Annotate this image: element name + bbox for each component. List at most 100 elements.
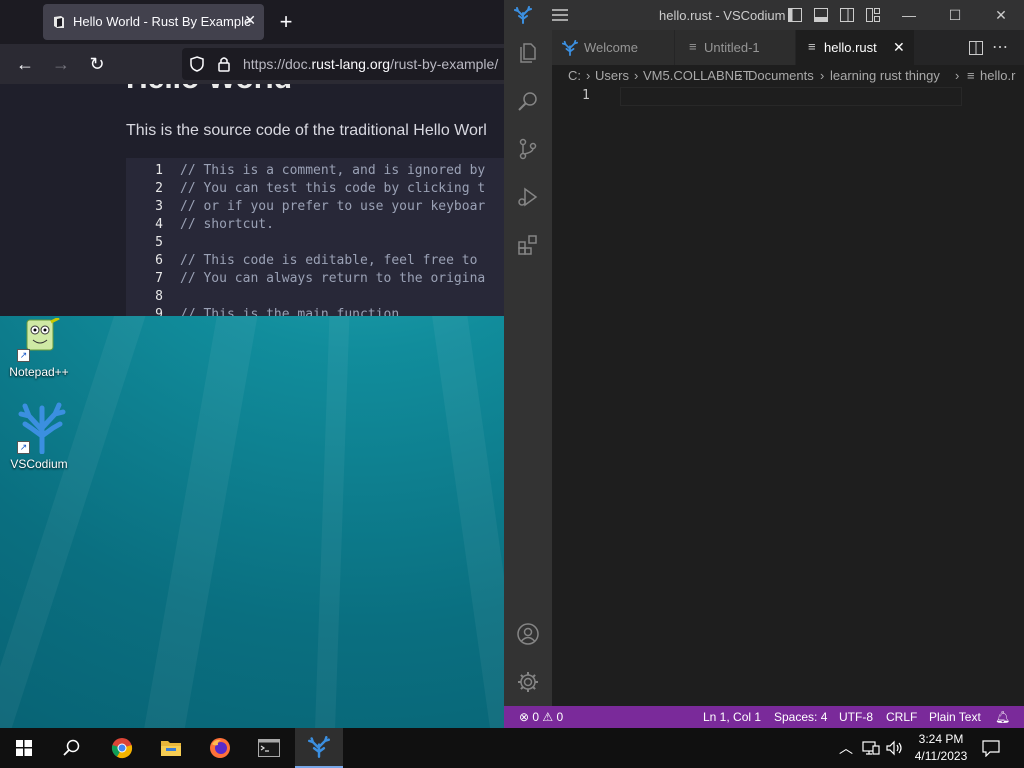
code-line: 8 — [126, 288, 504, 306]
code-line: 2 // You can test this code by clicking t — [126, 180, 504, 198]
light-ray — [142, 296, 260, 728]
firefox-window: Hello World - Rust By Example ✕ + ← → ↻ … — [0, 0, 504, 316]
code-line-text: // or if you prefer to use your keyboar — [180, 199, 486, 214]
chevron-right-icon: › — [820, 68, 825, 83]
notifications-bell-icon[interactable]: 🔔︎ — [995, 710, 1010, 724]
address-bar[interactable]: https://doc.rust-lang.org/rust-by-exampl… — [182, 48, 504, 80]
close-tab-icon[interactable]: ✕ — [893, 39, 905, 56]
close-window-button[interactable]: ✕ — [978, 0, 1024, 30]
window-title: hello.rust - VSCodium — [659, 8, 786, 23]
taskbar: ︿ 3:24 PM 4/11/2023 — [0, 728, 1024, 768]
taskbar-file-explorer[interactable] — [147, 728, 195, 768]
vscodium-icon: ↗ — [17, 402, 66, 455]
code-line: 4 // shortcut. — [126, 216, 504, 234]
close-tab-icon[interactable]: ✕ — [244, 12, 256, 29]
desktop-icon-label: Notepad++ — [9, 365, 69, 379]
back-arrow-icon[interactable]: ← — [15, 54, 35, 74]
vscodium-logo-icon — [562, 40, 578, 56]
browser-tab-title: Hello World - Rust By Example — [73, 14, 252, 29]
indentation[interactable]: Spaces: 4 — [774, 710, 827, 724]
tab-welcome[interactable]: Welcome — [552, 30, 674, 65]
notification-center-icon[interactable] — [982, 739, 1000, 757]
clock-time: 3:24 PM — [918, 732, 964, 746]
code-line-text: // You can always return to the origina — [180, 271, 486, 286]
chrome-icon — [111, 738, 133, 759]
desktop-icon-notepadpp[interactable]: ↗ Notepad++ — [4, 316, 74, 379]
taskbar-vscodium[interactable] — [295, 728, 343, 768]
book-icon — [54, 16, 64, 28]
line-number: 1 — [582, 88, 590, 103]
code-line-number: 9 — [155, 307, 163, 316]
explorer-icon[interactable] — [516, 41, 540, 65]
volume-icon[interactable] — [886, 740, 904, 756]
code-line: 3 // or if you prefer to use your keyboar — [126, 198, 504, 216]
lock-icon[interactable] — [217, 56, 231, 72]
taskbar-firefox[interactable] — [196, 728, 244, 768]
title-bar: hello.rust - VSCodium — ☐ ✕ — [504, 0, 1024, 30]
code-line-number: 6 — [155, 253, 163, 268]
browser-tab-bar: Hello World - Rust By Example ✕ + — [0, 0, 504, 44]
vscodium-logo-icon[interactable] — [514, 6, 532, 24]
breadcrumb-item[interactable]: Users — [595, 68, 629, 83]
code-line-text: // This is the main function. — [180, 307, 407, 316]
breadcrumb-item[interactable]: VM5.COLLABNET — [643, 68, 751, 83]
run-and-debug-icon[interactable] — [516, 185, 540, 209]
text-file-icon: ≡ — [967, 68, 975, 83]
code-block[interactable]: 1 // This is a comment, and is ignored by… — [126, 158, 504, 316]
shield-icon[interactable] — [189, 56, 205, 72]
source-control-icon[interactable] — [516, 137, 540, 161]
problems-indicator[interactable]: ⊗ 0 ⚠ 0 — [519, 710, 563, 724]
desktop-icon-label: VSCodium — [10, 457, 68, 471]
browser-tab-hello-world[interactable]: Hello World - Rust By Example ✕ — [43, 4, 264, 40]
code-line: 1 // This is a comment, and is ignored by — [126, 162, 504, 180]
forward-arrow-icon[interactable]: → — [51, 54, 71, 74]
more-actions-icon[interactable]: ⋯ — [992, 37, 1008, 57]
encoding[interactable]: UTF-8 — [839, 710, 873, 724]
network-icon[interactable] — [862, 740, 880, 756]
end-of-line[interactable]: CRLF — [886, 710, 917, 724]
text-file-icon: ≡ — [689, 39, 697, 54]
code-line-number: 4 — [155, 217, 163, 232]
taskbar-terminal[interactable] — [245, 728, 293, 768]
hamburger-menu-icon[interactable] — [550, 5, 570, 25]
search-icon[interactable] — [516, 89, 540, 113]
breadcrumb-item[interactable]: learning rust thingy — [830, 68, 940, 83]
new-tab-button[interactable]: + — [276, 9, 296, 35]
settings-gear-icon[interactable] — [516, 670, 540, 694]
vscodium-icon — [308, 736, 330, 758]
url-domain: rust-lang.org — [311, 56, 391, 72]
breadcrumb-item[interactable]: hello.r — [980, 68, 1015, 83]
status-bar: ⊗ 0 ⚠ 0 Ln 1, Col 1 Spaces: 4 UTF-8 CRLF… — [504, 706, 1024, 728]
customize-layout-icon[interactable] — [865, 7, 881, 23]
taskbar-search-button[interactable] — [48, 728, 96, 768]
tab-hello-rust[interactable]: ≡ hello.rust ✕ — [796, 30, 914, 65]
tab-untitled-1[interactable]: ≡ Untitled-1 — [675, 30, 795, 65]
breadcrumb-item[interactable]: Documents — [748, 68, 814, 83]
chevron-up-icon[interactable]: ︿ — [839, 738, 853, 758]
code-line: 5 — [126, 234, 504, 252]
url-prefix: https://doc. — [243, 56, 312, 72]
system-clock[interactable]: 3:24 PM 4/11/2023 — [908, 731, 974, 765]
reload-icon[interactable]: ↻ — [87, 54, 107, 74]
toggle-primary-sidebar-icon[interactable] — [787, 7, 803, 23]
toggle-panel-icon[interactable] — [813, 7, 829, 23]
warning-count: 0 — [556, 710, 564, 724]
start-button[interactable] — [0, 728, 48, 768]
cursor-position[interactable]: Ln 1, Col 1 — [703, 710, 761, 724]
code-editor[interactable]: 1 — [552, 87, 1024, 706]
desktop-icon-vscodium[interactable]: ↗ VSCodium — [4, 402, 74, 471]
minimize-button[interactable]: — — [886, 0, 932, 30]
current-line-highlight — [620, 87, 962, 106]
activity-bar — [504, 30, 552, 706]
code-line-text: // This code is editable, feel free to — [180, 253, 478, 268]
windows-logo-icon — [16, 740, 32, 756]
split-editor-icon[interactable] — [968, 40, 984, 56]
breadcrumb-item[interactable]: C: — [568, 68, 581, 83]
maximize-button[interactable]: ☐ — [932, 0, 978, 30]
account-icon[interactable] — [516, 622, 540, 646]
taskbar-chrome[interactable] — [98, 728, 146, 768]
code-line: 7 // You can always return to the origina — [126, 270, 504, 288]
toggle-secondary-sidebar-icon[interactable] — [839, 7, 855, 23]
extensions-icon[interactable] — [516, 233, 540, 257]
language-mode[interactable]: Plain Text — [929, 710, 981, 724]
